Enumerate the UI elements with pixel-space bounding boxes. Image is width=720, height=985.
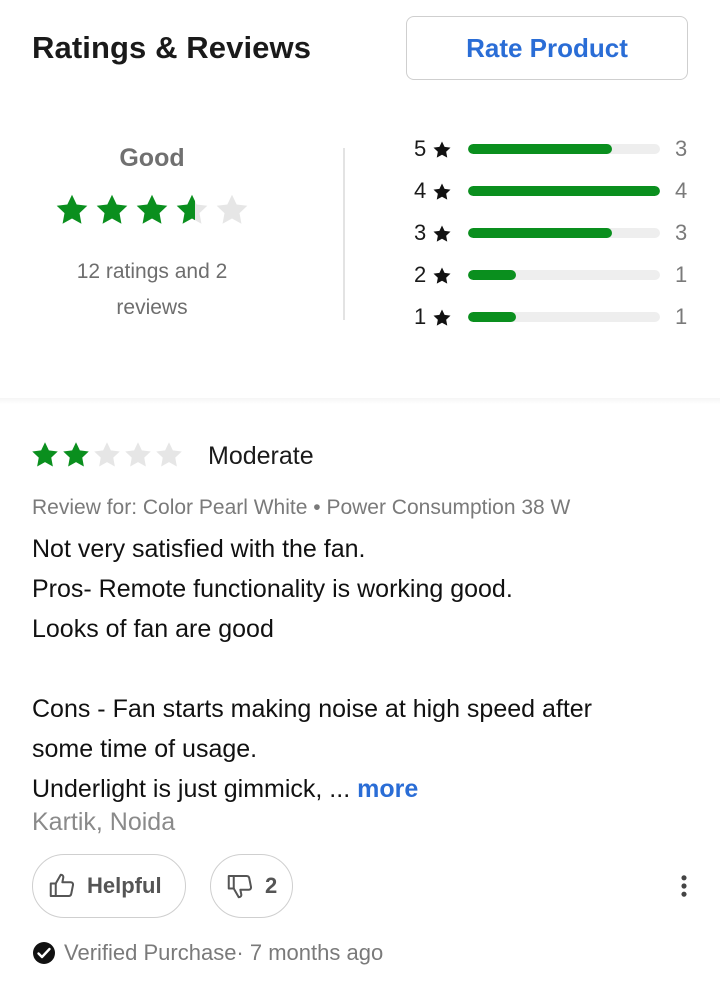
read-more-link[interactable]: more xyxy=(357,775,418,803)
review-body: Not very satisfied with the fan. Pros- Re… xyxy=(32,529,712,809)
helpful-label: Helpful xyxy=(87,873,162,898)
rating-bar-track xyxy=(468,270,660,280)
rating-bar-stars: 2 xyxy=(414,262,427,287)
star-icon xyxy=(433,225,451,242)
reviewer-name: Kartik, Noida xyxy=(32,808,176,836)
rating-bar-track xyxy=(468,312,660,322)
rating-bar-track xyxy=(468,144,660,154)
star-empty-icon xyxy=(94,442,120,467)
review-star-rating xyxy=(30,440,184,470)
ratings-count-text: 12 ratings and 2 reviews xyxy=(76,260,228,319)
star-filled-icon xyxy=(63,442,89,467)
review-body-line: some time of usage. xyxy=(32,735,258,763)
rating-bar-count: 3 xyxy=(675,220,688,245)
section-separator xyxy=(0,398,720,404)
star-filled-icon xyxy=(32,442,58,467)
overall-rating-label: Good xyxy=(119,144,185,172)
thumbs-up-icon xyxy=(49,873,75,897)
star-empty-icon xyxy=(216,194,248,224)
rating-bar-row: 44 xyxy=(400,176,700,206)
rating-bar-stars: 3 xyxy=(414,220,427,245)
check-circle-icon xyxy=(33,942,55,964)
rating-bar-row: 53 xyxy=(400,134,700,164)
star-filled-icon xyxy=(56,194,88,224)
dislike-count: 2 xyxy=(265,873,278,898)
review-variant: Review for: Color Pearl White • Power Co… xyxy=(32,496,571,519)
rating-bar-fill xyxy=(468,270,516,280)
rating-bar-fill xyxy=(468,312,516,322)
star-filled-icon xyxy=(176,194,208,224)
review-title: Moderate xyxy=(208,442,314,470)
reviews-header: Ratings & Reviews Rate Product xyxy=(0,0,720,100)
rating-bar-stars: 5 xyxy=(414,136,427,161)
more-vertical-icon[interactable] xyxy=(670,872,698,900)
dislike-button[interactable]: 2 xyxy=(210,854,293,918)
rating-bar-count: 3 xyxy=(675,136,688,161)
rating-bar-row: 21 xyxy=(400,260,700,290)
rating-bar-fill xyxy=(468,186,660,196)
rating-bar-count: 1 xyxy=(675,262,688,287)
rating-bar-track xyxy=(468,228,660,238)
rating-bar-track xyxy=(468,186,660,196)
rating-bar-stars: 4 xyxy=(414,178,427,203)
review-body-line: Cons - Fan starts making noise at high s… xyxy=(32,695,593,723)
rating-bar-count: 1 xyxy=(675,304,688,329)
rating-bar-count: 4 xyxy=(675,178,688,203)
rating-bar-stars: 1 xyxy=(414,304,427,329)
thumbs-down-icon xyxy=(227,875,253,899)
verified-purchase: Verified Purchase· 7 months ago xyxy=(32,940,383,966)
section-title: Ratings & Reviews xyxy=(32,30,312,65)
star-empty-icon xyxy=(156,442,182,467)
star-icon xyxy=(433,141,451,158)
star-filled-icon xyxy=(136,194,168,224)
review-body-line: Pros- Remote functionality is working go… xyxy=(32,575,513,603)
star-icon xyxy=(433,309,451,326)
verified-text: Verified Purchase· 7 months ago xyxy=(64,940,384,965)
rating-bar-fill xyxy=(468,144,612,154)
review-body-line: Underlight is just gimmick, ... more xyxy=(32,775,419,803)
rating-bar-row: 11 xyxy=(400,302,700,332)
review-body-line: Looks of fan are good xyxy=(32,615,274,643)
rate-product-button[interactable]: Rate Product xyxy=(406,16,688,80)
star-icon xyxy=(433,183,451,200)
review-body-line: Not very satisfied with the fan. xyxy=(32,535,366,563)
helpful-button[interactable]: Helpful xyxy=(32,854,186,918)
rating-summary: Good 12 ratings and 2 reviews 5344332111 xyxy=(0,130,720,340)
star-filled-icon xyxy=(96,194,128,224)
rating-bar-row: 33 xyxy=(400,218,700,248)
star-icon xyxy=(433,267,451,284)
overall-star-rating xyxy=(54,192,250,228)
rating-bar-fill xyxy=(468,228,612,238)
summary-divider xyxy=(343,148,345,320)
star-empty-icon xyxy=(125,442,151,467)
review-body-line xyxy=(32,649,712,689)
